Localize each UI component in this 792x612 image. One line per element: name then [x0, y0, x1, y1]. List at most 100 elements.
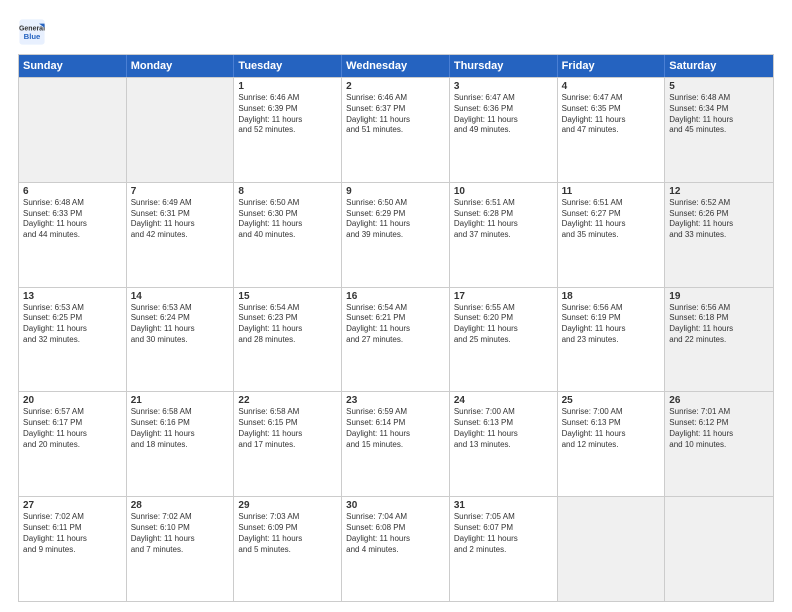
day-info: Sunrise: 7:01 AM Sunset: 6:12 PM Dayligh…: [669, 407, 769, 450]
day-info: Sunrise: 6:49 AM Sunset: 6:31 PM Dayligh…: [131, 198, 230, 241]
calendar-cell: 14Sunrise: 6:53 AM Sunset: 6:24 PM Dayli…: [127, 288, 235, 392]
calendar-cell: [19, 78, 127, 182]
day-info: Sunrise: 6:55 AM Sunset: 6:20 PM Dayligh…: [454, 303, 553, 346]
calendar-cell: 12Sunrise: 6:52 AM Sunset: 6:26 PM Dayli…: [665, 183, 773, 287]
day-info: Sunrise: 6:53 AM Sunset: 6:25 PM Dayligh…: [23, 303, 122, 346]
day-number: 10: [454, 186, 553, 197]
header: General Blue: [18, 18, 774, 46]
calendar-header-cell: Tuesday: [234, 55, 342, 77]
calendar-cell: 28Sunrise: 7:02 AM Sunset: 6:10 PM Dayli…: [127, 497, 235, 601]
calendar-week-row: 13Sunrise: 6:53 AM Sunset: 6:25 PM Dayli…: [19, 287, 773, 392]
day-info: Sunrise: 6:46 AM Sunset: 6:37 PM Dayligh…: [346, 93, 445, 136]
day-number: 13: [23, 291, 122, 302]
calendar-cell: [558, 497, 666, 601]
calendar-week-row: 27Sunrise: 7:02 AM Sunset: 6:11 PM Dayli…: [19, 496, 773, 601]
calendar-cell: 10Sunrise: 6:51 AM Sunset: 6:28 PM Dayli…: [450, 183, 558, 287]
calendar-cell: 6Sunrise: 6:48 AM Sunset: 6:33 PM Daylig…: [19, 183, 127, 287]
day-info: Sunrise: 6:56 AM Sunset: 6:19 PM Dayligh…: [562, 303, 661, 346]
calendar-cell: 17Sunrise: 6:55 AM Sunset: 6:20 PM Dayli…: [450, 288, 558, 392]
day-info: Sunrise: 6:53 AM Sunset: 6:24 PM Dayligh…: [131, 303, 230, 346]
calendar-cell: 3Sunrise: 6:47 AM Sunset: 6:36 PM Daylig…: [450, 78, 558, 182]
day-info: Sunrise: 6:48 AM Sunset: 6:33 PM Dayligh…: [23, 198, 122, 241]
calendar-cell: 20Sunrise: 6:57 AM Sunset: 6:17 PM Dayli…: [19, 392, 127, 496]
day-info: Sunrise: 7:04 AM Sunset: 6:08 PM Dayligh…: [346, 512, 445, 555]
calendar-cell: 5Sunrise: 6:48 AM Sunset: 6:34 PM Daylig…: [665, 78, 773, 182]
day-number: 23: [346, 395, 445, 406]
day-number: 22: [238, 395, 337, 406]
calendar-cell: 16Sunrise: 6:54 AM Sunset: 6:21 PM Dayli…: [342, 288, 450, 392]
calendar-cell: 22Sunrise: 6:58 AM Sunset: 6:15 PM Dayli…: [234, 392, 342, 496]
day-info: Sunrise: 6:47 AM Sunset: 6:36 PM Dayligh…: [454, 93, 553, 136]
day-info: Sunrise: 6:46 AM Sunset: 6:39 PM Dayligh…: [238, 93, 337, 136]
day-number: 24: [454, 395, 553, 406]
calendar-week-row: 1Sunrise: 6:46 AM Sunset: 6:39 PM Daylig…: [19, 77, 773, 182]
day-info: Sunrise: 7:00 AM Sunset: 6:13 PM Dayligh…: [562, 407, 661, 450]
calendar-cell: 9Sunrise: 6:50 AM Sunset: 6:29 PM Daylig…: [342, 183, 450, 287]
calendar-cell: 27Sunrise: 7:02 AM Sunset: 6:11 PM Dayli…: [19, 497, 127, 601]
day-number: 18: [562, 291, 661, 302]
calendar-header-cell: Sunday: [19, 55, 127, 77]
calendar-body: 1Sunrise: 6:46 AM Sunset: 6:39 PM Daylig…: [19, 77, 773, 601]
calendar-cell: 11Sunrise: 6:51 AM Sunset: 6:27 PM Dayli…: [558, 183, 666, 287]
day-number: 25: [562, 395, 661, 406]
day-number: 1: [238, 81, 337, 92]
calendar-header-cell: Thursday: [450, 55, 558, 77]
calendar-cell: 2Sunrise: 6:46 AM Sunset: 6:37 PM Daylig…: [342, 78, 450, 182]
day-number: 17: [454, 291, 553, 302]
day-info: Sunrise: 6:58 AM Sunset: 6:16 PM Dayligh…: [131, 407, 230, 450]
day-number: 8: [238, 186, 337, 197]
logo: General Blue: [18, 18, 46, 46]
calendar-cell: [665, 497, 773, 601]
day-info: Sunrise: 7:02 AM Sunset: 6:11 PM Dayligh…: [23, 512, 122, 555]
calendar-header-cell: Saturday: [665, 55, 773, 77]
day-info: Sunrise: 6:51 AM Sunset: 6:28 PM Dayligh…: [454, 198, 553, 241]
calendar-cell: 13Sunrise: 6:53 AM Sunset: 6:25 PM Dayli…: [19, 288, 127, 392]
calendar-cell: 23Sunrise: 6:59 AM Sunset: 6:14 PM Dayli…: [342, 392, 450, 496]
calendar: SundayMondayTuesdayWednesdayThursdayFrid…: [18, 54, 774, 602]
calendar-cell: 1Sunrise: 6:46 AM Sunset: 6:39 PM Daylig…: [234, 78, 342, 182]
calendar-cell: 4Sunrise: 6:47 AM Sunset: 6:35 PM Daylig…: [558, 78, 666, 182]
calendar-header-cell: Friday: [558, 55, 666, 77]
day-number: 29: [238, 500, 337, 511]
calendar-header-row: SundayMondayTuesdayWednesdayThursdayFrid…: [19, 55, 773, 77]
day-number: 4: [562, 81, 661, 92]
day-number: 20: [23, 395, 122, 406]
svg-text:Blue: Blue: [24, 32, 41, 41]
day-number: 12: [669, 186, 769, 197]
day-info: Sunrise: 7:05 AM Sunset: 6:07 PM Dayligh…: [454, 512, 553, 555]
day-info: Sunrise: 6:56 AM Sunset: 6:18 PM Dayligh…: [669, 303, 769, 346]
calendar-week-row: 20Sunrise: 6:57 AM Sunset: 6:17 PM Dayli…: [19, 391, 773, 496]
day-number: 16: [346, 291, 445, 302]
day-number: 2: [346, 81, 445, 92]
day-info: Sunrise: 7:03 AM Sunset: 6:09 PM Dayligh…: [238, 512, 337, 555]
day-number: 19: [669, 291, 769, 302]
day-number: 6: [23, 186, 122, 197]
day-number: 14: [131, 291, 230, 302]
day-number: 21: [131, 395, 230, 406]
day-number: 3: [454, 81, 553, 92]
day-info: Sunrise: 6:59 AM Sunset: 6:14 PM Dayligh…: [346, 407, 445, 450]
day-info: Sunrise: 6:57 AM Sunset: 6:17 PM Dayligh…: [23, 407, 122, 450]
day-number: 30: [346, 500, 445, 511]
calendar-cell: 29Sunrise: 7:03 AM Sunset: 6:09 PM Dayli…: [234, 497, 342, 601]
day-number: 31: [454, 500, 553, 511]
page: General Blue SundayMondayTuesdayWednesda…: [0, 0, 792, 612]
day-info: Sunrise: 6:54 AM Sunset: 6:23 PM Dayligh…: [238, 303, 337, 346]
logo-icon: General Blue: [18, 18, 46, 46]
day-info: Sunrise: 6:54 AM Sunset: 6:21 PM Dayligh…: [346, 303, 445, 346]
day-number: 28: [131, 500, 230, 511]
day-number: 27: [23, 500, 122, 511]
day-info: Sunrise: 6:48 AM Sunset: 6:34 PM Dayligh…: [669, 93, 769, 136]
day-number: 26: [669, 395, 769, 406]
calendar-cell: 19Sunrise: 6:56 AM Sunset: 6:18 PM Dayli…: [665, 288, 773, 392]
calendar-cell: 31Sunrise: 7:05 AM Sunset: 6:07 PM Dayli…: [450, 497, 558, 601]
calendar-cell: 15Sunrise: 6:54 AM Sunset: 6:23 PM Dayli…: [234, 288, 342, 392]
day-number: 7: [131, 186, 230, 197]
day-number: 15: [238, 291, 337, 302]
day-info: Sunrise: 6:50 AM Sunset: 6:30 PM Dayligh…: [238, 198, 337, 241]
day-info: Sunrise: 6:51 AM Sunset: 6:27 PM Dayligh…: [562, 198, 661, 241]
day-info: Sunrise: 6:50 AM Sunset: 6:29 PM Dayligh…: [346, 198, 445, 241]
day-number: 5: [669, 81, 769, 92]
day-info: Sunrise: 6:52 AM Sunset: 6:26 PM Dayligh…: [669, 198, 769, 241]
day-info: Sunrise: 7:02 AM Sunset: 6:10 PM Dayligh…: [131, 512, 230, 555]
